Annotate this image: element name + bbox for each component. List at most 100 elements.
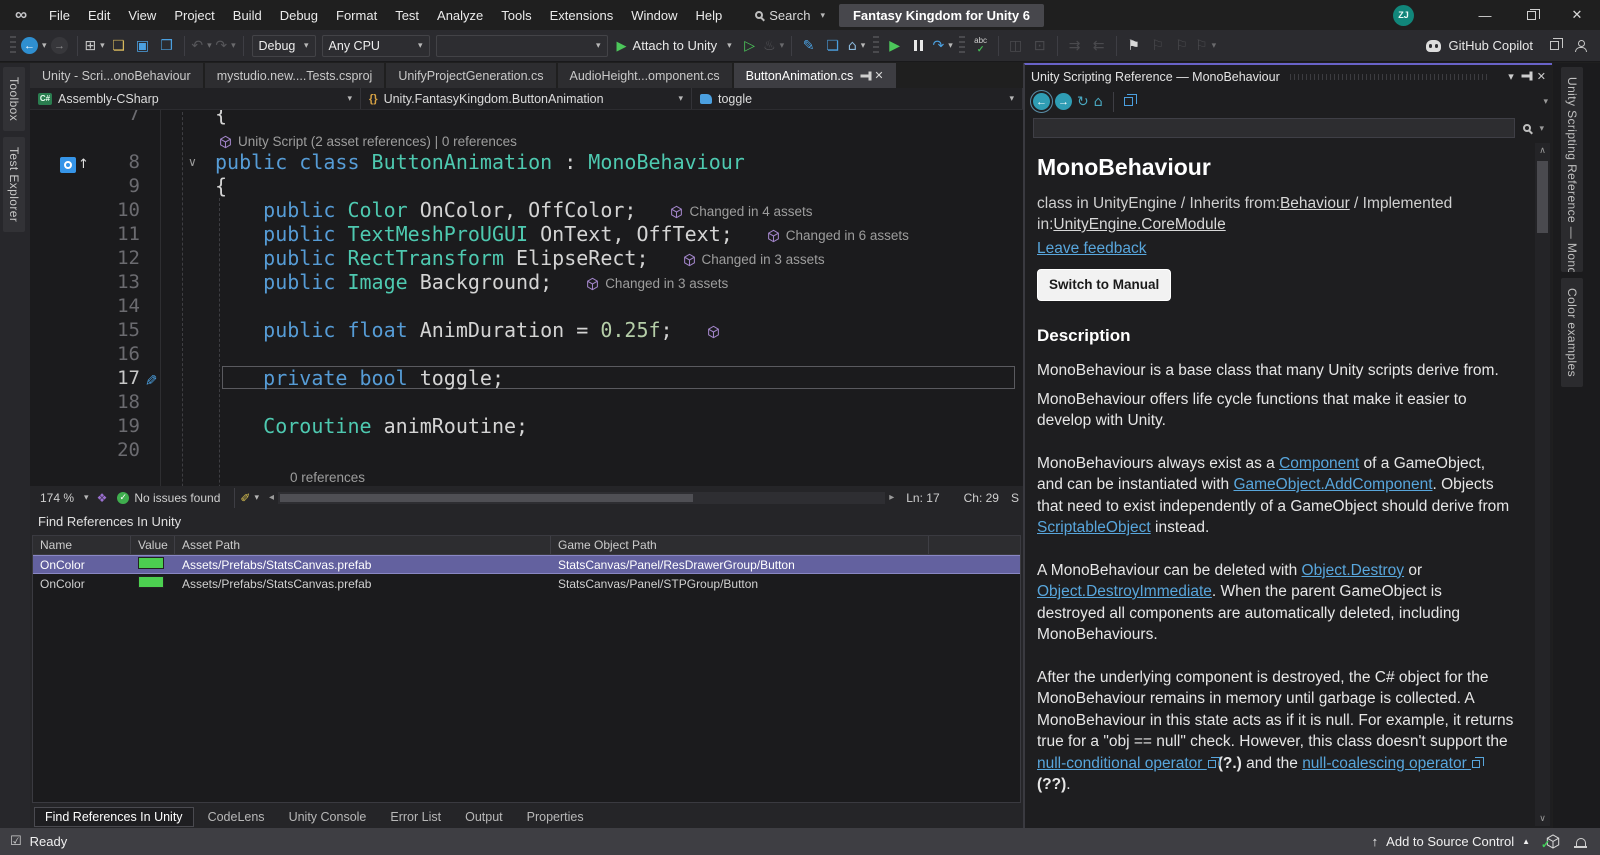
doc-link[interactable]: null-conditional operator xyxy=(1037,755,1207,772)
document-tab[interactable]: AudioHeight...omponent.cs xyxy=(558,63,732,88)
scroll-down-icon[interactable]: ∨ xyxy=(1535,811,1550,826)
restore-button[interactable] xyxy=(1508,0,1554,30)
start-without-debugging-icon[interactable]: ▷ xyxy=(739,34,761,58)
right-side-tab[interactable]: Color examples xyxy=(1561,278,1583,387)
platform-combo[interactable]: Any CPU▾ xyxy=(322,35,430,57)
menu-item-tools[interactable]: Tools xyxy=(492,5,540,26)
save-all-icon[interactable]: ❒ xyxy=(156,34,178,58)
compare-icon[interactable]: ❖ xyxy=(97,491,108,505)
profiler-icon[interactable]: ◫ xyxy=(1005,34,1027,58)
doc-link[interactable]: Object.Destroy xyxy=(1302,562,1405,579)
doc-link[interactable]: Object.DestroyImmediate xyxy=(1037,583,1212,600)
column-header-name[interactable]: Name xyxy=(33,536,131,554)
changed-in-assets-lens[interactable]: Changed in 6 assets xyxy=(767,224,909,248)
column-header-game-object-path[interactable]: Game Object Path xyxy=(551,536,929,554)
menu-item-build[interactable]: Build xyxy=(224,5,271,26)
code-line[interactable]: 9{ xyxy=(30,174,1023,198)
code-fix-icon[interactable]: ✎ xyxy=(138,374,162,387)
changed-in-assets-lens[interactable] xyxy=(707,325,720,339)
menu-item-view[interactable]: View xyxy=(119,5,165,26)
search-box[interactable]: Search ▾ xyxy=(755,8,825,23)
health-indicator[interactable]: ✓ No issues found xyxy=(117,491,220,505)
menu-item-file[interactable]: File xyxy=(40,5,79,26)
document-tab[interactable]: ButtonAnimation.cs✕ xyxy=(734,63,896,88)
pin-icon[interactable] xyxy=(1524,71,1527,83)
toolbar-grip[interactable] xyxy=(873,36,879,56)
doc-link[interactable]: GameObject.AddComponent xyxy=(1233,476,1432,493)
scrollbar-thumb[interactable] xyxy=(280,494,693,502)
menu-item-debug[interactable]: Debug xyxy=(271,5,327,26)
leave-feedback-link[interactable]: Leave feedback xyxy=(1037,240,1146,257)
doc-search-input[interactable] xyxy=(1033,118,1515,138)
toolbar-grip[interactable] xyxy=(959,36,965,56)
document-tab[interactable]: mystudio.new....Tests.csproj xyxy=(205,63,385,88)
pin-icon[interactable] xyxy=(861,74,869,77)
code-line[interactable]: 12 public RectTransform ElipseRect;Chang… xyxy=(30,246,1023,270)
configuration-combo[interactable]: Debug▾ xyxy=(252,35,316,57)
doc-forward-icon[interactable]: → xyxy=(1055,93,1072,110)
new-project-icon[interactable]: ⊞▾ xyxy=(84,34,106,58)
format-indent-icon[interactable]: ⇉ xyxy=(1064,34,1086,58)
switch-to-manual-button[interactable]: Switch to Manual xyxy=(1037,269,1171,301)
undo-icon[interactable]: ↶▾ xyxy=(191,34,213,58)
close-panel-icon[interactable]: ✕ xyxy=(1537,70,1546,83)
code-line[interactable]: 19 Coroutine animRoutine; xyxy=(30,414,1023,438)
format-outdent-icon[interactable]: ⇇ xyxy=(1088,34,1110,58)
menu-item-window[interactable]: Window xyxy=(622,5,686,26)
bookmark-icon[interactable]: ⚑ xyxy=(1123,34,1145,58)
unity-project-window-icon[interactable]: ⌂▾ xyxy=(846,34,868,58)
code-line[interactable]: 16 xyxy=(30,342,1023,366)
document-tab[interactable]: Unity - Scri...onoBehaviour xyxy=(30,63,203,88)
navbar-dropdown[interactable]: {}Unity.FantasyKingdom.ButtonAnimation▾ xyxy=(361,88,692,109)
close-tab-icon[interactable]: ✕ xyxy=(874,69,883,82)
doc-search-icon[interactable] xyxy=(1523,124,1531,132)
navigate-back-icon[interactable]: ←▾ xyxy=(21,34,47,58)
menu-item-edit[interactable]: Edit xyxy=(79,5,119,26)
bottom-tab-unity-console[interactable]: Unity Console xyxy=(279,808,377,826)
startup-item-combo[interactable]: ▾ xyxy=(436,35,608,57)
github-copilot-button[interactable]: GitHub Copilot xyxy=(1426,38,1600,53)
doc-link[interactable]: null-coalescing operator xyxy=(1302,755,1471,772)
navbar-dropdown[interactable]: toggle▾ xyxy=(692,88,1023,109)
menu-item-test[interactable]: Test xyxy=(386,5,428,26)
column-header-blank[interactable] xyxy=(929,536,1020,554)
add-to-source-control-button[interactable]: ↑ Add to Source Control ▲ xyxy=(1372,834,1530,849)
side-tab-test-explorer[interactable]: Test Explorer xyxy=(3,137,25,232)
spell-check-icon[interactable]: abc✓ xyxy=(970,34,992,58)
active-document-pill[interactable]: Fantasy Kingdom for Unity 6 xyxy=(839,4,1044,27)
redo-icon[interactable]: ↷▾ xyxy=(215,34,237,58)
open-unity-editor-icon[interactable]: ✎ xyxy=(798,34,820,58)
account-avatar[interactable]: ZJ xyxy=(1393,5,1414,26)
column-header-value[interactable]: Value xyxy=(131,536,175,554)
attach-to-unity-button[interactable]: ▶Attach to Unity▾ xyxy=(611,34,738,58)
browse-unity-files-icon[interactable]: ❏ xyxy=(822,34,844,58)
codelens-row[interactable]: Unity Script (2 asset references) | 0 re… xyxy=(30,126,1023,150)
doc-link[interactable]: Component xyxy=(1279,455,1359,472)
doc-vertical-scrollbar[interactable]: ∧ ∨ xyxy=(1535,143,1550,826)
code-line[interactable]: 7{ xyxy=(30,110,1023,126)
doc-back-icon[interactable]: ← xyxy=(1033,93,1050,110)
next-bookmark-icon[interactable]: ⚐ xyxy=(1171,34,1193,58)
code-line[interactable]: 10 public Color OnColor, OffColor;Change… xyxy=(30,198,1023,222)
document-tab[interactable]: UnifyProjectGeneration.cs xyxy=(386,63,555,88)
code-line[interactable]: 14 xyxy=(30,294,1023,318)
home-icon[interactable]: ⌂ xyxy=(1094,94,1103,110)
minimize-button[interactable]: — xyxy=(1462,0,1508,30)
changed-in-assets-lens[interactable]: Changed in 3 assets xyxy=(683,248,825,272)
unity-connection-icon[interactable]: ✓ xyxy=(1546,834,1560,849)
close-button[interactable]: ✕ xyxy=(1554,0,1600,30)
horizontal-scrollbar[interactable] xyxy=(278,492,885,504)
bottom-tab-properties[interactable]: Properties xyxy=(517,808,594,826)
menu-item-analyze[interactable]: Analyze xyxy=(428,5,492,26)
code-line[interactable]: 15 public float AnimDuration = 0.25f; xyxy=(30,318,1023,342)
save-icon[interactable]: ▣ xyxy=(132,34,154,58)
zoom-level[interactable]: 174 % xyxy=(34,491,80,505)
scrollbar-thumb[interactable] xyxy=(1537,161,1548,233)
menu-item-project[interactable]: Project xyxy=(165,5,223,26)
bottom-tab-codelens[interactable]: CodeLens xyxy=(198,808,275,826)
prev-bookmark-icon[interactable]: ⚐ xyxy=(1147,34,1169,58)
menu-item-format[interactable]: Format xyxy=(327,5,386,26)
code-editor[interactable]: 7{Unity Script (2 asset references) | 0 … xyxy=(30,110,1023,486)
toolbar-overflow-icon[interactable]: ▾ xyxy=(1543,96,1548,107)
code-line[interactable]: 20 xyxy=(30,438,1023,462)
